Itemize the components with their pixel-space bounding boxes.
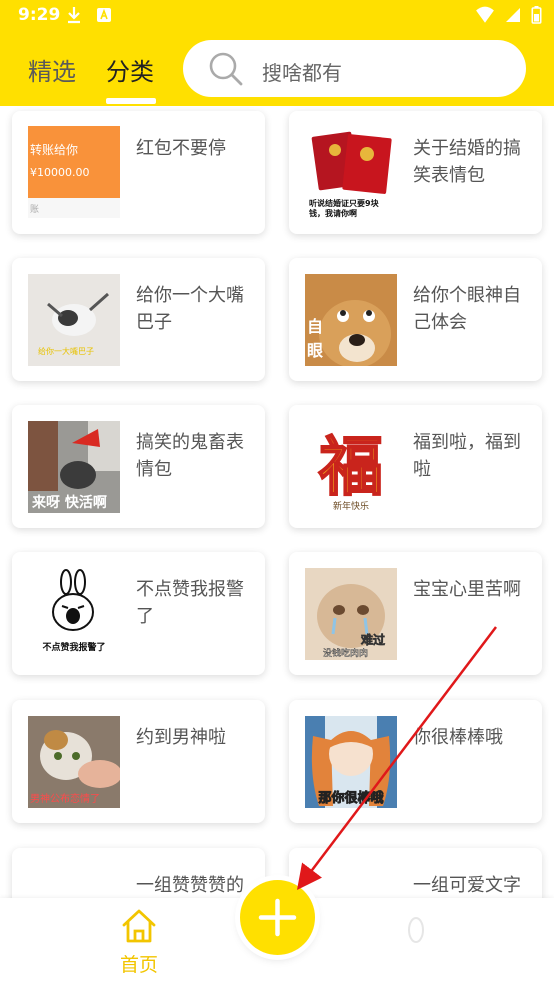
category-card[interactable]: 男神公布恋情了 约到男神啦 xyxy=(12,700,265,823)
rabbit-police-thumbnail: 不点赞我报警了 xyxy=(28,568,120,660)
card-title: 宝宝心里苦啊 xyxy=(413,579,521,600)
card-title: 搞笑的鬼畜表情包 xyxy=(136,432,244,480)
card-title: 你很棒棒哦 xyxy=(413,727,503,748)
thumb-small: 新年快乐 xyxy=(333,500,369,512)
card-thumbnail xyxy=(28,864,120,898)
crying-cat-thumbnail: 难过 没钱吃肉肉 xyxy=(305,568,397,660)
thumb-caption: 那你很棒哦 xyxy=(318,790,383,806)
wifi-icon xyxy=(476,6,494,23)
thumb-amount: ¥10000.00 xyxy=(30,166,90,179)
category-card[interactable]: 福 新年快乐 福到啦，福到啦 xyxy=(289,405,542,528)
thumb-caption: 不点赞我报警了 xyxy=(42,641,105,653)
dog-eyes-thumbnail: 自 眼 xyxy=(305,274,397,366)
home-icon xyxy=(122,909,156,943)
thumb-big: 福 xyxy=(318,430,383,505)
search-placeholder: 搜啥都有 xyxy=(262,61,342,85)
category-card[interactable]: 来呀 快活啊 搞笑的鬼畜表情包 xyxy=(12,405,265,528)
thumb-caption-2: 没钱吃肉肉 xyxy=(323,647,368,659)
battery-icon xyxy=(531,6,542,24)
card-thumbnail xyxy=(305,864,397,898)
thumb-caption-2: 钱，我请你啊 xyxy=(309,208,357,218)
profile-icon xyxy=(408,917,424,943)
category-card[interactable]: 不点赞我报警了 不点赞我报警了 xyxy=(12,552,265,675)
tab-featured[interactable]: 精选 xyxy=(28,52,76,87)
funny-cat-thumbnail: 来呀 快活啊 xyxy=(28,421,120,513)
category-card[interactable]: 转账给你 ¥10000.00 账 红包不要停 xyxy=(12,111,265,234)
cute-text-thumbnail xyxy=(305,864,397,898)
tab-active-indicator xyxy=(106,98,156,104)
like-thumbnail xyxy=(28,864,120,898)
category-card[interactable]: 一组赞赞赞的 xyxy=(12,848,265,898)
category-card[interactable]: 一组可爱文字 xyxy=(289,848,542,898)
status-left-icons xyxy=(66,6,112,24)
nav-home[interactable]: 首页 xyxy=(112,906,166,978)
card-thumbnail: 不点赞我报警了 xyxy=(28,568,120,660)
signal-icon xyxy=(506,8,520,22)
thumb-text: 转账给你 xyxy=(30,142,78,157)
card-thumbnail: 来呀 快活啊 xyxy=(28,421,120,513)
category-card[interactable]: 听说结婚证只要9块 钱，我请你啊 关于结婚的搞笑表情包 xyxy=(289,111,542,234)
card-thumbnail: 男神公布恋情了 xyxy=(28,716,120,808)
category-grid: 转账给你 ¥10000.00 账 红包不要停 听说结婚证只要9块 钱，我请你啊 … xyxy=(0,106,554,898)
fu-character-thumbnail: 福 新年快乐 xyxy=(305,421,397,513)
card-title: 不点赞我报警了 xyxy=(136,579,244,627)
category-card[interactable]: 给你一大嘴巴子 给你一个大嘴巴子 xyxy=(12,258,265,381)
card-thumbnail: 转账给你 ¥10000.00 账 xyxy=(28,126,120,218)
card-title: 福到啦，福到啦 xyxy=(413,432,521,480)
category-card[interactable]: 那你很棒哦 你很棒棒哦 xyxy=(289,700,542,823)
card-thumbnail: 福 新年快乐 xyxy=(305,421,397,513)
nav-profile[interactable] xyxy=(396,910,436,950)
card-thumbnail: 那你很棒哦 xyxy=(305,716,397,808)
tab-category[interactable]: 分类 xyxy=(106,52,154,87)
card-title: 一组赞赞赞的 xyxy=(136,875,244,896)
category-card[interactable]: 自 眼 给你个眼神自己体会 xyxy=(289,258,542,381)
card-thumbnail: 给你一大嘴巴子 xyxy=(28,274,120,366)
card-thumbnail: 难过 没钱吃肉肉 xyxy=(305,568,397,660)
card-thumbnail: 听说结婚证只要9块 钱，我请你啊 xyxy=(305,126,397,218)
card-title: 关于结婚的搞笑表情包 xyxy=(413,138,521,186)
red-packet-thumbnail: 转账给你 ¥10000.00 账 xyxy=(28,126,120,218)
card-title: 红包不要停 xyxy=(136,138,226,159)
category-card[interactable]: 难过 没钱吃肉肉 宝宝心里苦啊 xyxy=(289,552,542,675)
thumb-side-2: 眼 xyxy=(307,341,323,360)
card-title: 给你一个大嘴巴子 xyxy=(136,285,244,333)
thumb-caption: 给你一大嘴巴子 xyxy=(38,346,94,356)
search-icon xyxy=(209,52,243,86)
plus-icon xyxy=(258,898,297,937)
anime-girl-thumbnail: 那你很棒哦 xyxy=(305,716,397,808)
thumb-caption: 男神公布恋情了 xyxy=(30,792,100,805)
card-title: 给你个眼神自己体会 xyxy=(413,285,521,333)
add-button[interactable] xyxy=(240,880,315,955)
download-icon xyxy=(68,7,80,24)
thumb-foot: 账 xyxy=(30,204,39,215)
status-right-icons xyxy=(475,6,542,24)
cat-hand-thumbnail: 男神公布恋情了 xyxy=(28,716,120,808)
card-title: 一组可爱文字 xyxy=(413,875,521,896)
header: 精选 分类 搜啥都有 xyxy=(0,32,554,106)
app-notification-icon xyxy=(97,8,111,22)
card-title: 约到男神啦 xyxy=(136,727,226,748)
search-input[interactable]: 搜啥都有 xyxy=(183,40,526,97)
cat-slap-thumbnail: 给你一大嘴巴子 xyxy=(28,274,120,366)
thumb-caption: 来呀 快活啊 xyxy=(31,494,107,511)
status-time: 9:29 xyxy=(18,5,61,25)
marriage-certificate-thumbnail: 听说结婚证只要9块 钱，我请你啊 xyxy=(305,126,397,218)
status-bar: 9:29 xyxy=(0,0,554,32)
thumb-caption-1: 听说结婚证只要9块 xyxy=(309,198,380,208)
thumb-side-1: 自 xyxy=(307,317,323,336)
thumb-caption-1: 难过 xyxy=(360,632,385,647)
nav-home-label: 首页 xyxy=(119,954,158,976)
card-thumbnail: 自 眼 xyxy=(305,274,397,366)
